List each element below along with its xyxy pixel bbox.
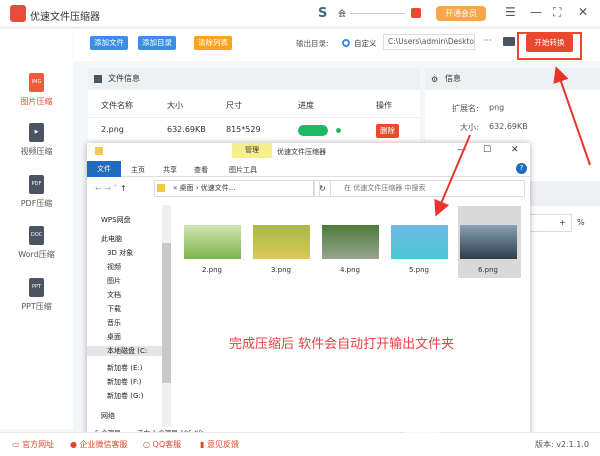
arrow-to-files <box>434 134 471 217</box>
arrow-to-start-button <box>553 66 591 166</box>
annotation-arrows <box>434 66 591 217</box>
